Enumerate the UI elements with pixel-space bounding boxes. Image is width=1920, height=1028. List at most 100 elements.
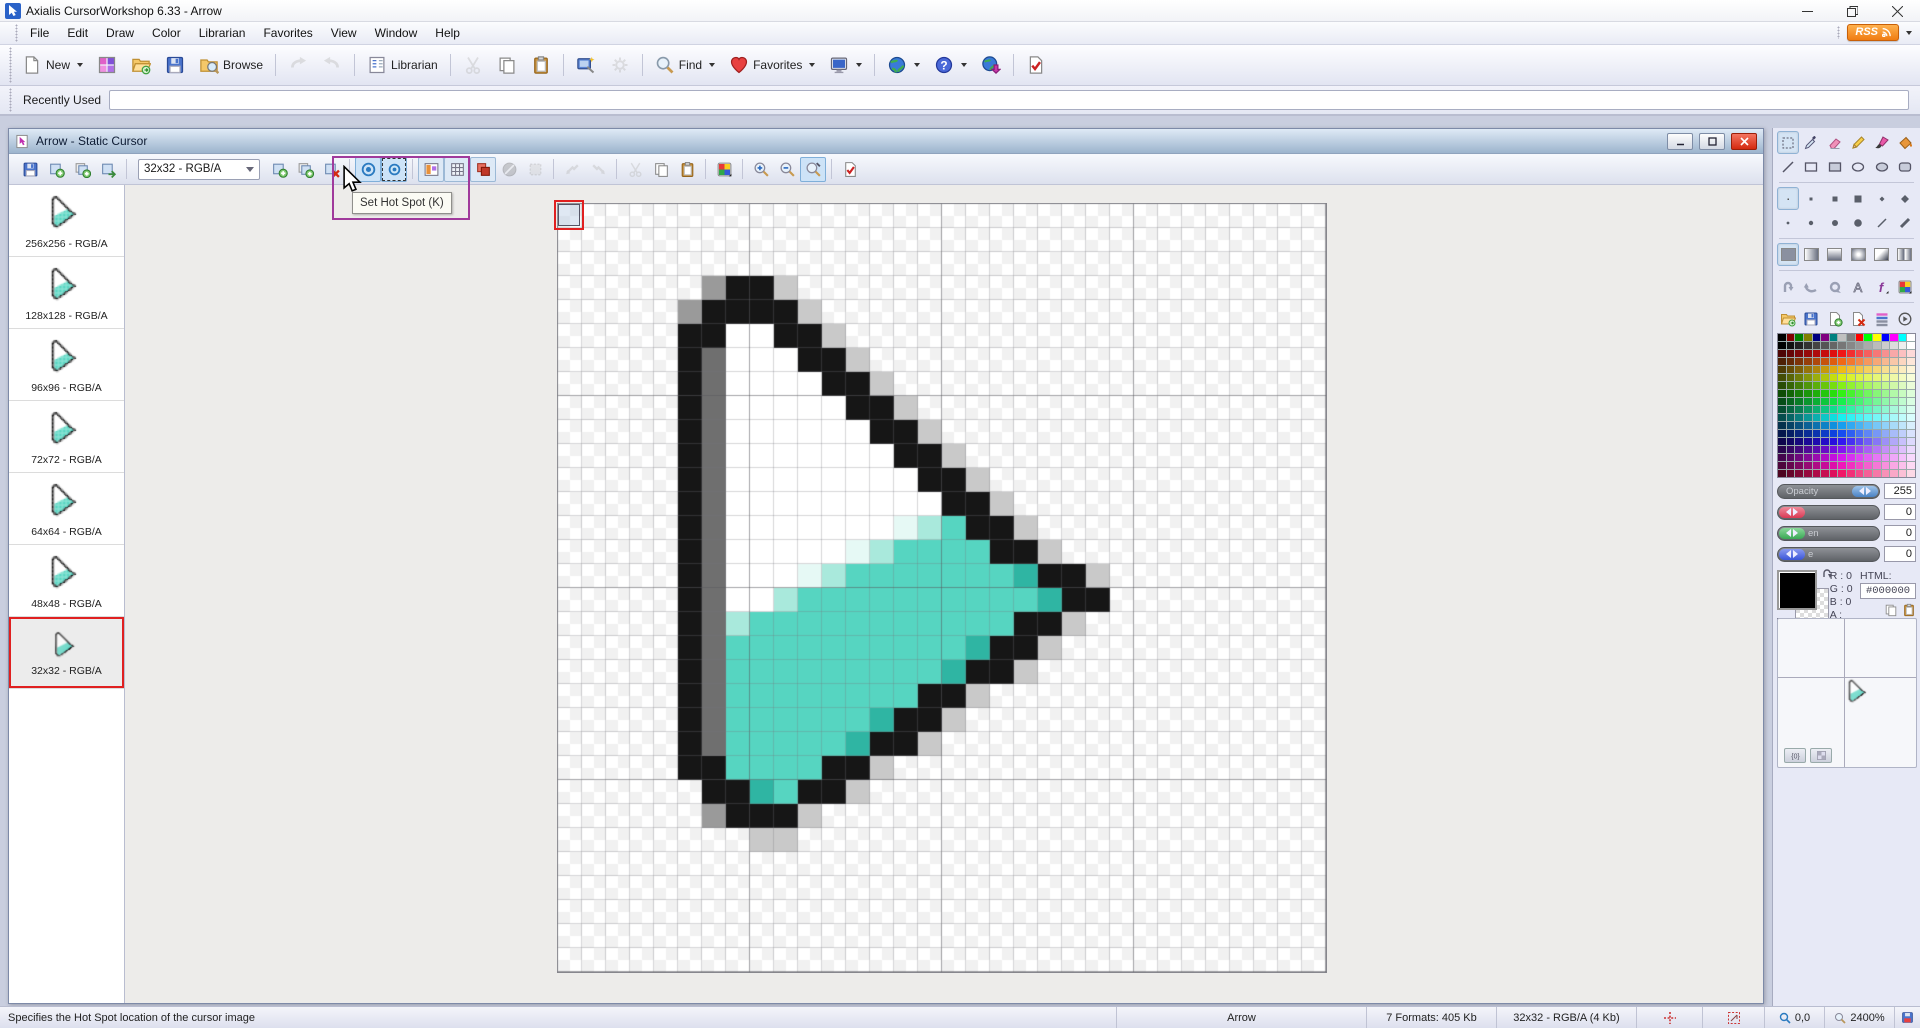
color-swatch[interactable] <box>1787 446 1795 453</box>
color-swatch[interactable] <box>1890 374 1898 381</box>
color-swatch[interactable] <box>1787 414 1795 421</box>
format-item-48x48[interactable]: 48x48 - RGB/A <box>9 545 124 617</box>
color-swatch[interactable] <box>1821 366 1829 373</box>
color-swatch[interactable] <box>1856 470 1864 477</box>
color-swatch[interactable] <box>1804 350 1812 357</box>
color-swatch[interactable] <box>1830 422 1838 429</box>
color-swatch[interactable] <box>1838 334 1846 341</box>
color-swatch[interactable] <box>1847 342 1855 349</box>
color-swatch[interactable] <box>1804 398 1812 405</box>
text-tool[interactable]: A <box>1847 275 1869 298</box>
color-swatch[interactable] <box>1873 422 1881 429</box>
color-swatch[interactable] <box>1787 342 1795 349</box>
rectangle-tool[interactable] <box>1800 155 1822 178</box>
color-swatch[interactable] <box>1795 350 1803 357</box>
color-swatch[interactable] <box>1907 470 1915 477</box>
color-swatch[interactable] <box>1907 390 1915 397</box>
color-swatch[interactable] <box>1838 430 1846 437</box>
color-swatch[interactable] <box>1890 462 1898 469</box>
format-item-32x32[interactable]: 32x32 - RGB/A <box>9 617 124 689</box>
fill-gradient-corner[interactable] <box>1871 243 1893 266</box>
color-swatch[interactable] <box>1856 334 1864 341</box>
color-swatch[interactable] <box>1821 422 1829 429</box>
eraser-tool[interactable] <box>1824 131 1846 154</box>
color-swatch[interactable] <box>1795 470 1803 477</box>
color-swatch[interactable] <box>1813 334 1821 341</box>
color-swatch[interactable] <box>1899 470 1907 477</box>
flip-tool[interactable] <box>1800 275 1822 298</box>
palette-save-button[interactable] <box>1800 307 1822 330</box>
fill-solid[interactable] <box>1777 243 1799 266</box>
color-swatch[interactable] <box>1838 398 1846 405</box>
color-swatch[interactable] <box>1838 470 1846 477</box>
color-swatch[interactable] <box>1787 374 1795 381</box>
doc-close-button[interactable] <box>1731 133 1757 150</box>
paste-button[interactable] <box>524 49 558 81</box>
color-swatch[interactable] <box>1804 446 1812 453</box>
color-swatch[interactable] <box>1830 358 1838 365</box>
format-dropdown[interactable]: 32x32 - RGB/A <box>138 159 260 180</box>
brush-round-2[interactable] <box>1800 211 1822 234</box>
color-swatch[interactable] <box>1787 382 1795 389</box>
color-swatch[interactable] <box>1821 382 1829 389</box>
color-swatch[interactable] <box>1787 406 1795 413</box>
color-swatch[interactable] <box>1813 470 1821 477</box>
color-swatch[interactable] <box>1830 334 1838 341</box>
color-swatch[interactable] <box>1787 398 1795 405</box>
color-swatch[interactable] <box>1847 382 1855 389</box>
menu-help[interactable]: Help <box>426 23 469 43</box>
brush-size-1[interactable] <box>1777 187 1799 210</box>
color-swatch[interactable] <box>1907 374 1915 381</box>
color-swatch[interactable] <box>1838 374 1846 381</box>
color-swatch[interactable] <box>1795 438 1803 445</box>
palette-menu-button[interactable] <box>1894 307 1916 330</box>
color-swatch[interactable] <box>1830 454 1838 461</box>
color-swatch[interactable] <box>1864 446 1872 453</box>
color-swatch[interactable] <box>1899 366 1907 373</box>
color-swatch[interactable] <box>1856 398 1864 405</box>
color-swatch[interactable] <box>1864 454 1872 461</box>
color-swatch[interactable] <box>1778 342 1786 349</box>
color-swatch[interactable] <box>1856 414 1864 421</box>
find-button-dropdown-arrow[interactable] <box>709 63 715 67</box>
doc-save-button[interactable] <box>17 157 43 182</box>
color-swatch[interactable] <box>1778 438 1786 445</box>
color-swatch[interactable] <box>1856 406 1864 413</box>
red-slider[interactable] <box>1777 505 1880 520</box>
color-swatch[interactable] <box>1899 430 1907 437</box>
color-swatch[interactable] <box>1856 342 1864 349</box>
color-swatch[interactable] <box>1907 414 1915 421</box>
color-swatch[interactable] <box>1864 366 1872 373</box>
color-swatch[interactable] <box>1813 462 1821 469</box>
color-swatch[interactable] <box>1847 390 1855 397</box>
color-swatch[interactable] <box>1804 422 1812 429</box>
red-slider-value[interactable]: 0 <box>1884 504 1916 520</box>
color-swatch[interactable] <box>1882 430 1890 437</box>
brush-diamond-small[interactable] <box>1871 187 1893 210</box>
color-swatch[interactable] <box>1838 358 1846 365</box>
color-swatch[interactable] <box>1890 406 1898 413</box>
menu-view[interactable]: View <box>322 23 366 43</box>
doc-copy-button[interactable] <box>648 157 674 182</box>
color-swatch[interactable] <box>1821 446 1829 453</box>
color-swatch[interactable] <box>1882 398 1890 405</box>
color-swatch[interactable] <box>1821 342 1829 349</box>
color-swatch[interactable] <box>1882 470 1890 477</box>
color-swatch[interactable] <box>1795 342 1803 349</box>
zoom-out-button[interactable] <box>774 157 800 182</box>
color-swatch[interactable] <box>1847 422 1855 429</box>
color-swatch[interactable] <box>1864 342 1872 349</box>
new-project-button[interactable] <box>90 49 124 81</box>
color-swatch[interactable] <box>1907 422 1915 429</box>
color-swatch[interactable] <box>1838 390 1846 397</box>
color-swatch[interactable] <box>1813 398 1821 405</box>
color-swatch[interactable] <box>1907 342 1915 349</box>
show-panels-button[interactable] <box>418 157 444 182</box>
color-swatch[interactable] <box>1882 342 1890 349</box>
transparent-view-button[interactable] <box>470 157 496 182</box>
color-swatch[interactable] <box>1873 462 1881 469</box>
color-swatch[interactable] <box>1821 414 1829 421</box>
color-swatch[interactable] <box>1856 462 1864 469</box>
color-swatch[interactable] <box>1813 374 1821 381</box>
red-slider-knob[interactable] <box>1779 507 1805 518</box>
